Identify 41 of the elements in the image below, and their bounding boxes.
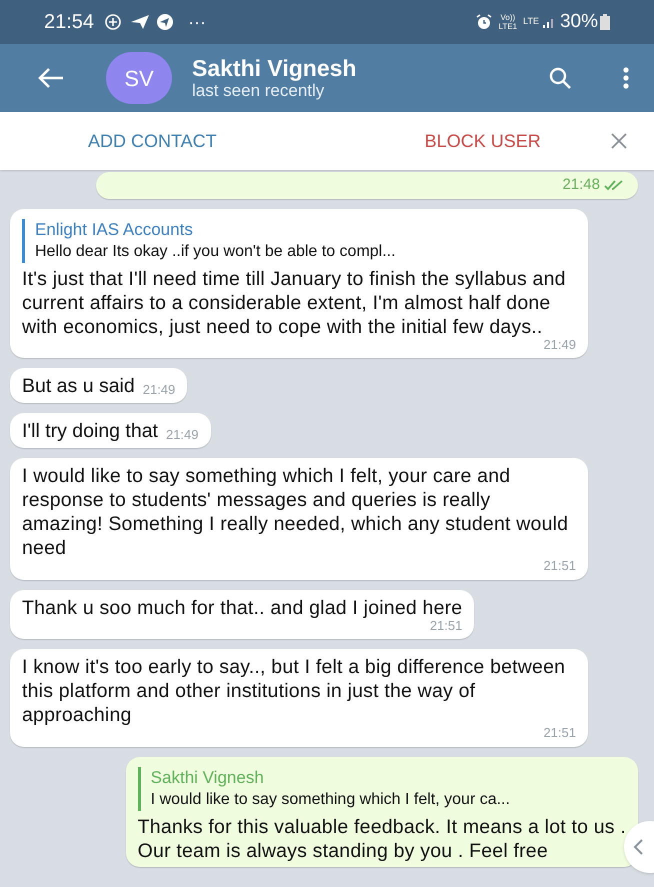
reply-quote[interactable]: Sakthi Vignesh I would like to say something which I felt, your ca... [138, 766, 626, 810]
search-icon[interactable] [548, 66, 572, 90]
status-time: 21:54 [44, 10, 94, 35]
alarm-icon [474, 13, 493, 31]
more-notifications: ··· [188, 10, 206, 34]
message-text: I know it's too early to say.., but I felt a big difference between this platform and other institutions in just the way of approaching [22, 655, 566, 727]
chat-plus-icon [104, 13, 122, 31]
avatar[interactable]: SV [106, 52, 172, 104]
reply-quote[interactable]: Enlight IAS Accounts Hello dear Its okay ..if you won't be able to compl... [22, 218, 576, 262]
message-text: Thanks for this valuable feedback. It means a lot to us . Our team is always standing by you . Feel free [138, 814, 626, 862]
message-text: But as u said [22, 374, 135, 399]
block-user-button[interactable]: BLOCK USER [424, 128, 541, 154]
message-time: 21:49 [543, 336, 576, 354]
chevron-left-icon [632, 838, 644, 856]
reply-author: Enlight IAS Accounts [35, 218, 194, 240]
reply-text: I would like to say something which I felt, your ca... [150, 790, 511, 810]
message-text: I would like to say something which I felt, your care and response to students' messages and queries is really amazing! Something I really needed, which any student would need [22, 464, 570, 560]
battery-percent: 30% [560, 10, 598, 34]
reply-author: Sakthi Vignesh [150, 766, 265, 788]
message-text: I'll try doing that [22, 419, 158, 444]
contact-name[interactable]: Sakthi Vignesh [192, 55, 356, 81]
message-text: Thank u soo much for that.. and glad I joined here [22, 596, 462, 620]
volte-sub-label: LTE1 [498, 22, 518, 31]
send-circle-icon [156, 13, 174, 31]
message-time: 21:49 [142, 380, 176, 398]
message-time: 21:48 [562, 175, 600, 195]
send-icon [130, 14, 150, 30]
message-text: It's just that I'll need time till January to finish the syllabus and current affairs to a considerable extent, I'm almost half done with economics, just need to cope with the initial few days.. [22, 266, 567, 338]
back-arrow-icon [38, 67, 64, 89]
volte-label: Vo)) [500, 13, 516, 22]
last-seen-status: last seen recently [192, 81, 326, 101]
message-time: 21:51 [430, 616, 462, 634]
message-time: 21:51 [543, 724, 576, 742]
message-time: 21:51 [543, 557, 576, 575]
add-contact-button[interactable]: ADD CONTACT [88, 128, 217, 154]
reply-text: Hello dear Its okay ..if you won't be able to compl... [35, 242, 397, 262]
more-menu-icon[interactable] [622, 66, 630, 90]
network-type: LTE [523, 15, 539, 28]
message-time: 21:49 [166, 426, 199, 444]
battery-icon [600, 14, 610, 30]
close-icon[interactable] [610, 132, 628, 150]
